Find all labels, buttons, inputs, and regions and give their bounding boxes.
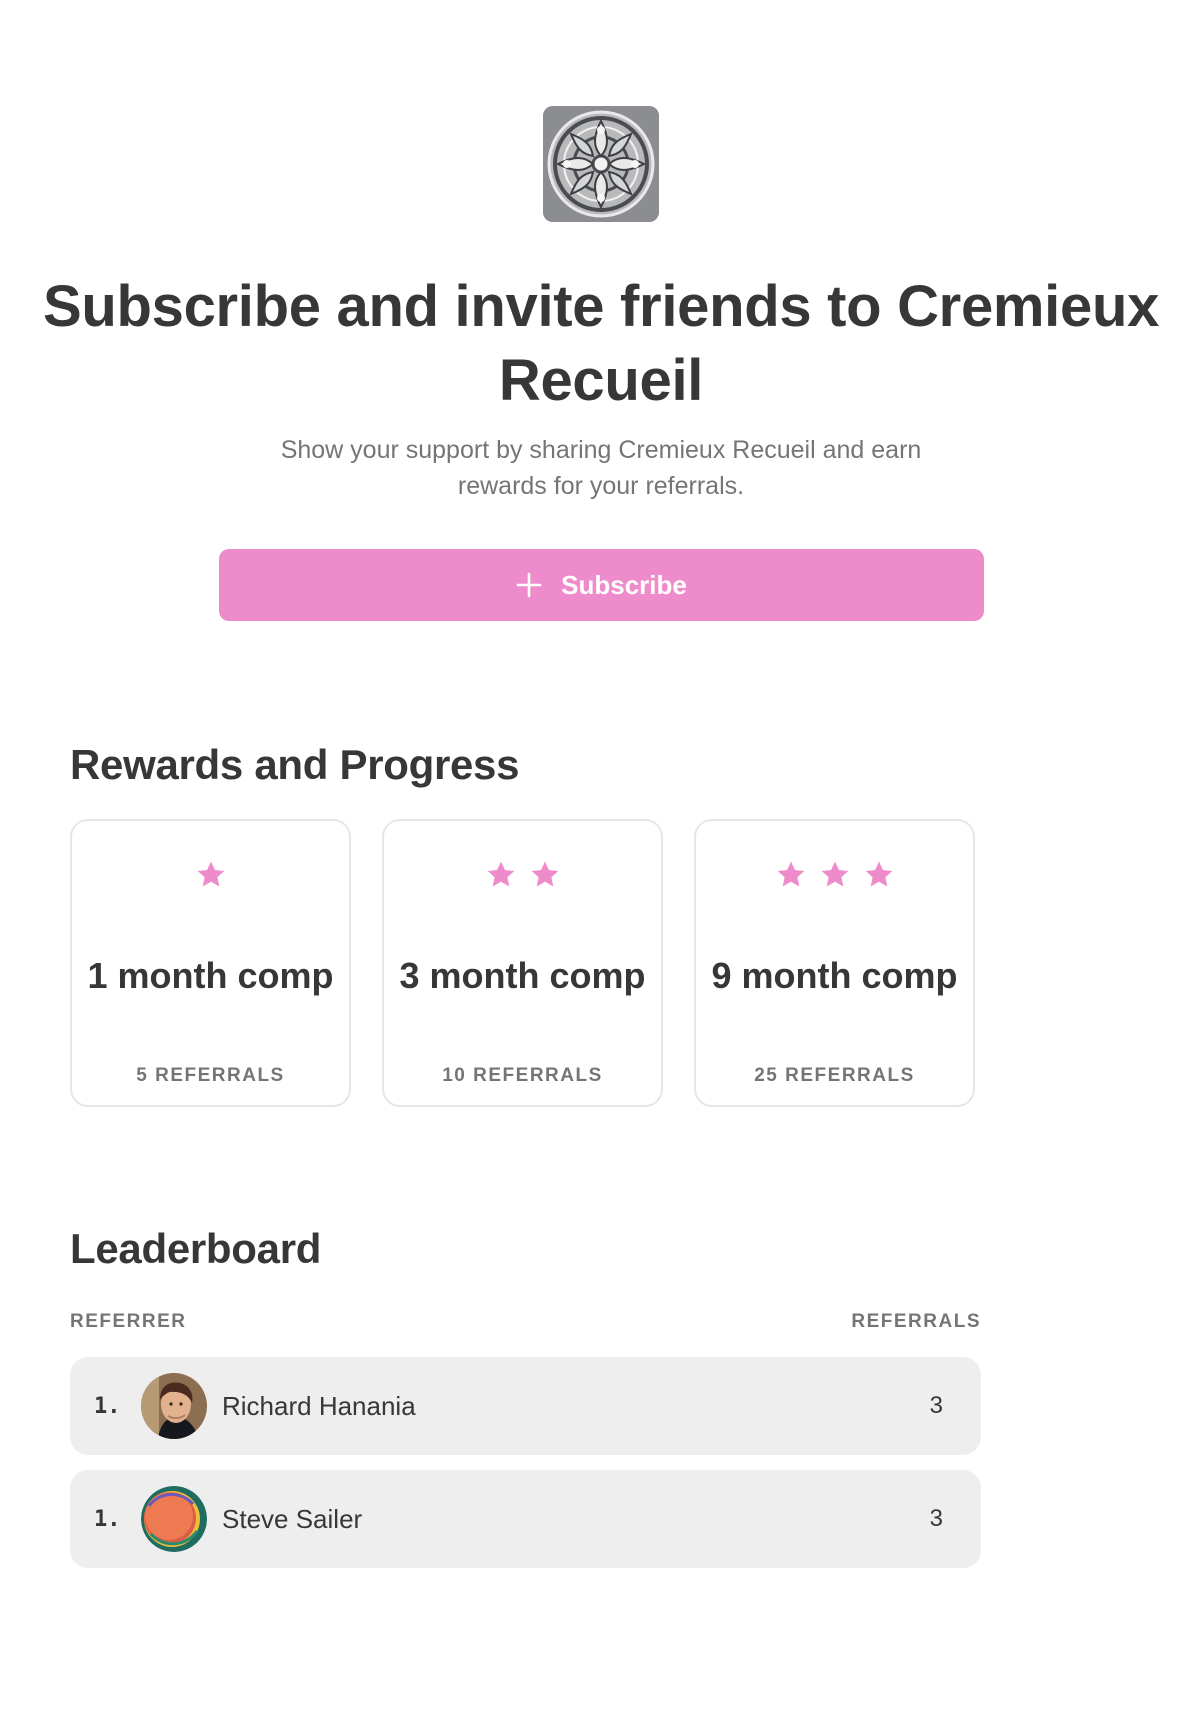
leaderboard-name[interactable]: Richard Hanania [222, 1391, 930, 1422]
star-icon [821, 861, 848, 887]
star-icon [865, 861, 892, 887]
leaderboard-row: 1. Richard Hanania 3 [70, 1357, 981, 1455]
star-icon [531, 861, 558, 887]
person-avatar-icon [141, 1373, 207, 1439]
reward-stars [696, 858, 973, 892]
leaderboard-row: 1. Steve Sailer 3 [70, 1470, 981, 1568]
reward-name: 3 month comp [399, 955, 646, 996]
star-icon [777, 861, 804, 887]
leaderboard-referral-count: 3 [929, 1392, 943, 1419]
leaderboard-rank: 1. [94, 1506, 121, 1532]
page-title: Subscribe and invite friends to Cremieux… [42, 274, 1160, 413]
leaderboard-section: Leaderboard REFERRER REFERRALS 1. Richar… [41, 1225, 981, 1568]
rewards-section: Rewards and Progress 1 month comp 5 REFE… [41, 741, 1161, 1107]
reward-card-9-month: 9 month comp 25 REFERRALS [694, 819, 975, 1107]
subscribe-button-label: Subscribe [561, 569, 687, 600]
avatar [141, 1486, 207, 1552]
reward-requirement: 5 REFERRALS [136, 1065, 285, 1086]
reward-name: 1 month comp [87, 955, 334, 996]
reward-stars [384, 858, 661, 892]
reward-card-1-month: 1 month comp 5 REFERRALS [70, 819, 351, 1107]
rewards-title: Rewards and Progress [70, 741, 520, 788]
page-subtitle: Show your support by sharing Cremieux Re… [280, 436, 922, 500]
star-icon [487, 861, 514, 887]
star-icon [197, 861, 224, 887]
referrer-column-header: REFERRER [70, 1311, 187, 1332]
referrals-column-header: REFERRALS [851, 1311, 981, 1332]
leaderboard-rank: 1. [94, 1393, 121, 1419]
reward-card-3-month: 3 month comp 10 REFERRALS [382, 819, 663, 1107]
subscribe-button[interactable]: Subscribe [218, 549, 984, 621]
reward-name: 9 month comp [711, 955, 958, 996]
avatar [141, 1373, 207, 1439]
leaderboard-name[interactable]: Steve Sailer [222, 1504, 930, 1535]
leaderboard-referral-count: 3 [929, 1505, 943, 1532]
leaderboard-header: REFERRER REFERRALS [70, 1311, 981, 1333]
publication-logo[interactable] [543, 106, 659, 222]
colorful-circle-avatar-icon [141, 1486, 207, 1552]
leaderboard-title: Leaderboard [70, 1225, 322, 1272]
reward-requirement: 25 REFERRALS [754, 1065, 915, 1086]
ornamental-medallion-icon [543, 106, 659, 222]
reward-stars [72, 858, 349, 892]
reward-cards: 1 month comp 5 REFERRALS 3 month comp 10… [70, 819, 1161, 1107]
hero-section: Subscribe and invite friends to Cremieux… [41, 106, 1161, 621]
plus-icon [516, 572, 542, 598]
reward-requirement: 10 REFERRALS [442, 1065, 603, 1086]
referral-page: Subscribe and invite friends to Cremieux… [41, 0, 1161, 1568]
